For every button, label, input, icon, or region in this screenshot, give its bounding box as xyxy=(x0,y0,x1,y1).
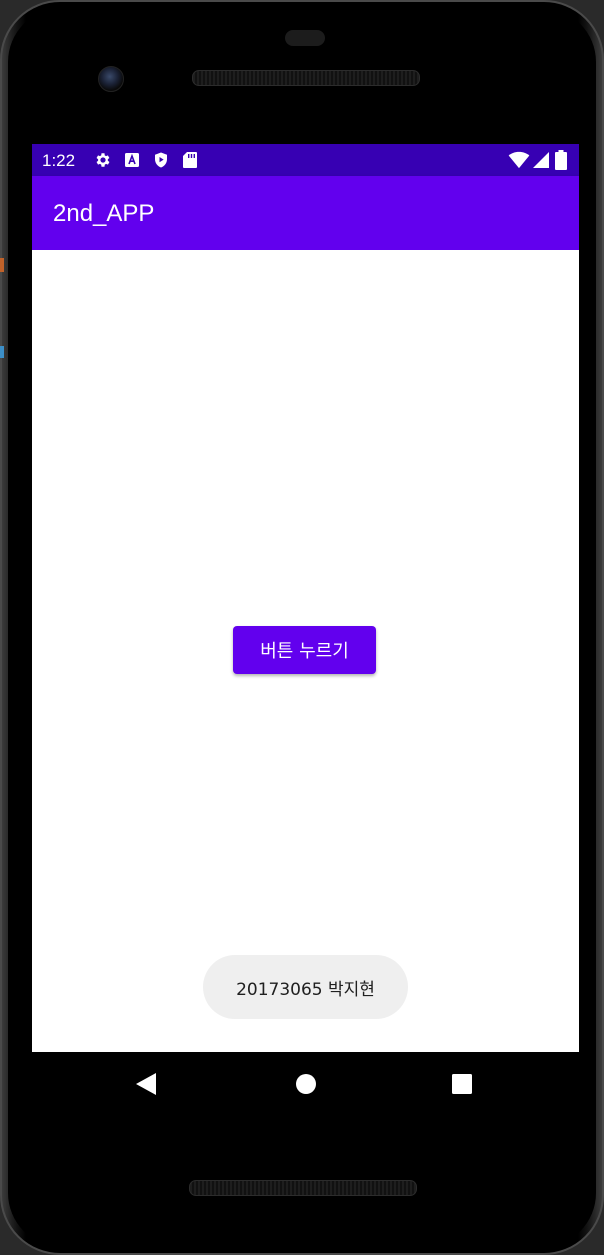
emulator-edge-mark xyxy=(0,346,4,358)
gear-icon xyxy=(94,151,112,169)
home-icon[interactable] xyxy=(292,1070,320,1098)
recents-icon[interactable] xyxy=(448,1070,476,1098)
status-time: 1:22 xyxy=(42,151,76,170)
main-content: 버튼 누르기 20173065 박지현 xyxy=(32,250,579,1052)
app-title: 2nd_APP xyxy=(53,200,155,227)
app-toolbar: 2nd_APP xyxy=(32,176,579,250)
top-speaker-grille xyxy=(192,70,420,86)
sd-card-icon xyxy=(181,151,199,169)
front-camera xyxy=(98,66,124,92)
earpiece-notch xyxy=(285,30,325,46)
status-bar: 1:22 xyxy=(32,144,579,176)
emulator-edge-mark xyxy=(0,258,4,272)
a-box-icon xyxy=(123,151,141,169)
wifi-icon xyxy=(508,151,530,169)
press-button[interactable]: 버튼 누르기 xyxy=(233,626,376,674)
battery-icon xyxy=(554,150,568,170)
back-icon[interactable] xyxy=(132,1070,160,1098)
shield-play-icon xyxy=(152,151,170,169)
toast-text: 20173065 박지현 xyxy=(236,979,375,1000)
bottom-speaker-grille xyxy=(189,1180,417,1196)
phone-frame: 1:22 2nd_APP 버튼 누르기 20173065 박지현 xyxy=(0,0,604,1255)
device-screen: 1:22 2nd_APP 버튼 누르기 20173065 박지현 xyxy=(32,144,579,1052)
toast-message: 20173065 박지현 xyxy=(203,955,408,1019)
signal-icon xyxy=(532,151,550,169)
navigation-bar xyxy=(32,1052,579,1116)
